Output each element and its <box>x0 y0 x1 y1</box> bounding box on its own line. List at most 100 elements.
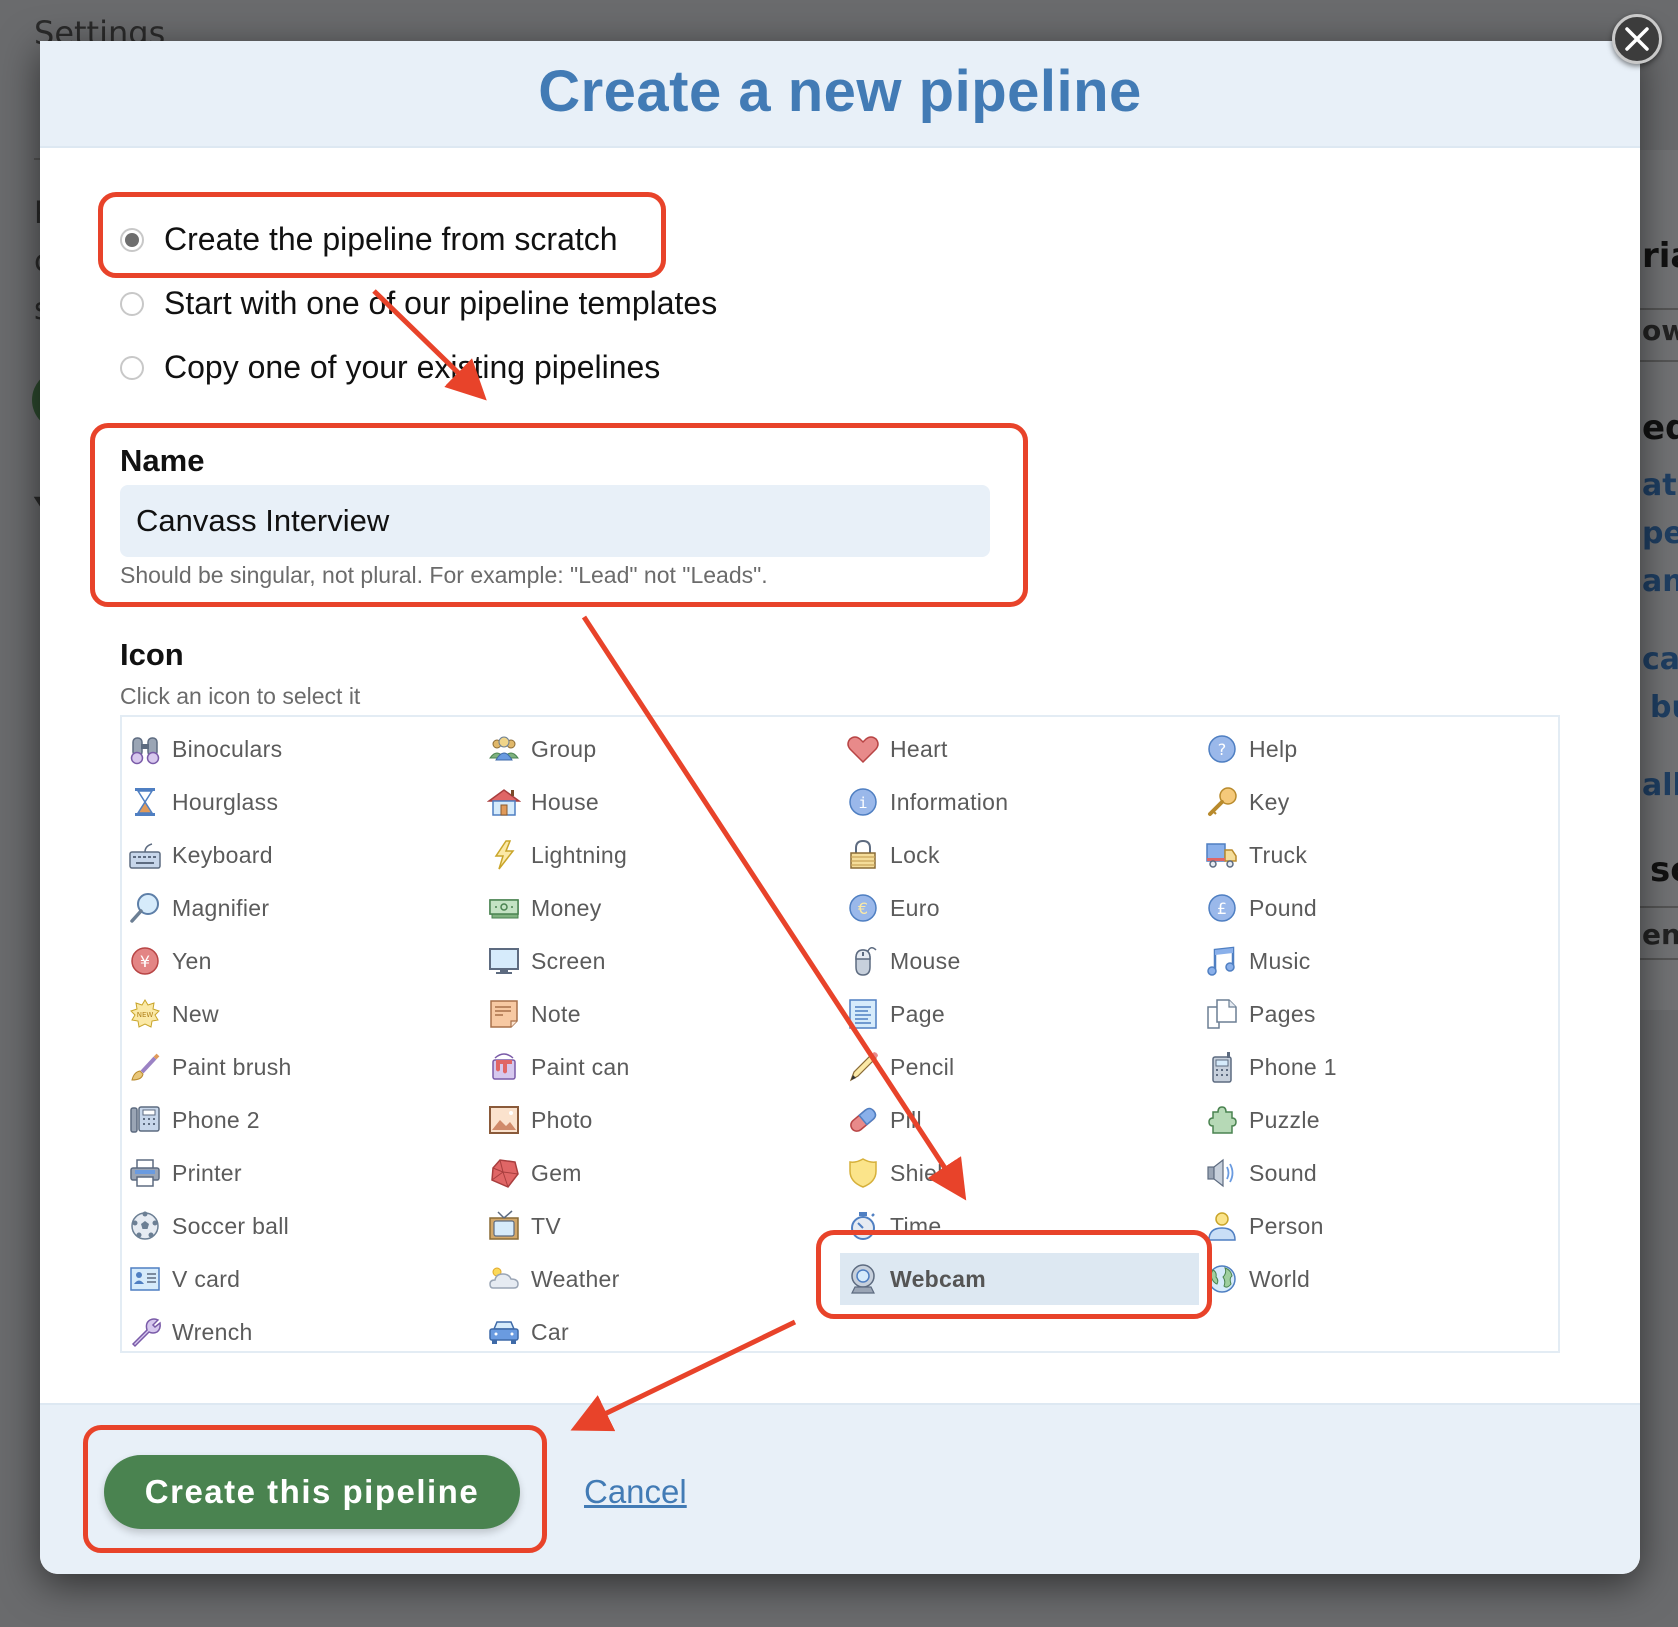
close-modal-button[interactable] <box>1612 14 1662 64</box>
icon-option-person[interactable]: Person <box>1199 1200 1558 1252</box>
icon-option-gem[interactable]: Gem <box>481 1147 840 1199</box>
icon-option-paint-brush[interactable]: Paint brush <box>122 1041 481 1093</box>
pages-icon <box>1207 999 1237 1029</box>
icon-option-label: Truck <box>1249 841 1308 868</box>
icon-option-label: Keyboard <box>172 841 273 868</box>
pencil-icon <box>849 1052 878 1082</box>
icon-option-pages[interactable]: Pages <box>1199 988 1558 1040</box>
icon-option-photo[interactable]: Photo <box>481 1094 840 1146</box>
radio-label: Copy one of your existing pipelines <box>164 349 661 385</box>
icon-option-weather[interactable]: Weather <box>481 1253 840 1305</box>
weather-icon <box>489 1267 519 1289</box>
create-pipeline-modal: Create a new pipeline Create the pipelin… <box>40 41 1640 1574</box>
note-icon <box>490 1000 518 1028</box>
icon-option-label: Photo <box>531 1106 593 1133</box>
icon-option-label: Mouse <box>890 947 961 974</box>
icon-option-label: Sound <box>1249 1159 1318 1186</box>
icon-option-pound[interactable]: £ Pound <box>1199 882 1558 934</box>
icon-option-screen[interactable]: Screen <box>481 935 840 987</box>
bg-divider <box>1640 906 1678 908</box>
icon-option-truck[interactable]: Truck <box>1199 829 1558 881</box>
icon-option-wrench[interactable]: Wrench <box>122 1306 481 1358</box>
icon-option-information[interactable]: i Information <box>840 776 1199 828</box>
icon-option-sound[interactable]: Sound <box>1199 1147 1558 1199</box>
icon-option-help[interactable]: ? Help <box>1199 723 1558 775</box>
bg-fragment: so <box>1650 850 1678 890</box>
tv-icon <box>489 1210 519 1240</box>
truck-icon <box>1206 843 1237 868</box>
icon-option-world[interactable]: World <box>1199 1253 1558 1305</box>
radio-option-from-scratch[interactable]: Create the pipeline from scratch <box>120 221 618 258</box>
icon-option-label: V card <box>172 1265 241 1292</box>
icon-option-house[interactable]: House <box>481 776 840 828</box>
icon-option-label: New <box>172 1000 219 1027</box>
icon-option-puzzle[interactable]: Puzzle <box>1199 1094 1558 1146</box>
icon-option-key[interactable]: Key <box>1199 776 1558 828</box>
icon-option-webcam[interactable]: Webcam <box>840 1253 1199 1305</box>
euro-icon: € <box>849 894 877 922</box>
icon-option-lightning[interactable]: Lightning <box>481 829 840 881</box>
heart-icon <box>847 736 879 764</box>
icon-option-note[interactable]: Note <box>481 988 840 1040</box>
bg-fragment: en <box>1642 918 1678 951</box>
radio-button[interactable] <box>120 355 144 380</box>
lightning-icon <box>494 840 515 870</box>
icon-option-heart[interactable]: Heart <box>840 723 1199 775</box>
icon-option-label: Binoculars <box>172 735 283 762</box>
icon-option-time[interactable]: Time <box>840 1200 1199 1252</box>
bg-link-fragment: pel <box>1642 516 1678 551</box>
icon-option-label: Heart <box>890 735 948 762</box>
world-icon <box>1208 1265 1236 1293</box>
wrench-icon <box>131 1318 161 1348</box>
cancel-link[interactable]: Cancel <box>584 1473 687 1511</box>
create-pipeline-button[interactable]: Create this pipeline <box>104 1455 520 1529</box>
screen-icon <box>489 948 519 974</box>
icon-option-keyboard[interactable]: Keyboard <box>122 829 481 881</box>
icon-option-printer[interactable]: Printer <box>122 1147 481 1199</box>
icon-option-pencil[interactable]: Pencil <box>840 1041 1199 1093</box>
icon-option-page[interactable]: Page <box>840 988 1199 1040</box>
radio-button[interactable] <box>120 291 144 316</box>
icon-option-euro[interactable]: € Euro <box>840 882 1199 934</box>
phone-2-icon <box>130 1106 160 1133</box>
icon-option-label: Magnifier <box>172 894 270 921</box>
icon-option-label: Pound <box>1249 894 1318 921</box>
bg-divider <box>1640 360 1678 362</box>
icon-option-label: Pencil <box>890 1053 955 1080</box>
bg-fragment: rial <box>1642 236 1678 276</box>
radio-button[interactable] <box>120 227 144 252</box>
icon-option-soccer-ball[interactable]: Soccer ball <box>122 1200 481 1252</box>
icon-option-shield[interactable]: Shield <box>840 1147 1199 1199</box>
icon-option-pill[interactable]: Pill <box>840 1094 1199 1146</box>
icon-option-music[interactable]: Music <box>1199 935 1558 987</box>
radio-option-copy-existing[interactable]: Copy one of your existing pipelines <box>120 349 660 386</box>
icon-option-mouse[interactable]: Mouse <box>840 935 1199 987</box>
icon-option-car[interactable]: Car <box>481 1306 840 1358</box>
svg-text:€: € <box>858 899 868 918</box>
icon-option-yen[interactable]: ¥ Yen <box>122 935 481 987</box>
pill-icon <box>850 1107 877 1132</box>
icon-option-label: Paint can <box>531 1053 630 1080</box>
icon-option-new[interactable]: NEW New <box>122 988 481 1040</box>
radio-option-from-template[interactable]: Start with one of our pipeline templates <box>120 285 717 322</box>
icon-option-magnifier[interactable]: Magnifier <box>122 882 481 934</box>
car-icon <box>489 1321 519 1344</box>
icon-option-phone-2[interactable]: Phone 2 <box>122 1094 481 1146</box>
icon-option-label: Webcam <box>890 1265 986 1292</box>
icon-option-label: Weather <box>531 1265 620 1292</box>
help-icon: ? <box>1208 735 1236 763</box>
icon-option-label: Hourglass <box>172 788 279 815</box>
icon-option-tv[interactable]: TV <box>481 1200 840 1252</box>
soccer-ball-icon <box>131 1211 159 1240</box>
icon-option-v-card[interactable]: V card <box>122 1253 481 1305</box>
icon-option-lock[interactable]: Lock <box>840 829 1199 881</box>
icon-option-paint-can[interactable]: Paint can <box>481 1041 840 1093</box>
icon-option-phone-1[interactable]: Phone 1 <box>1199 1041 1558 1093</box>
icon-option-money[interactable]: Money <box>481 882 840 934</box>
group-icon <box>489 736 519 761</box>
icon-option-group[interactable]: Group <box>481 723 840 775</box>
name-input[interactable] <box>120 485 990 557</box>
icon-option-binoculars[interactable]: Binoculars <box>122 723 481 775</box>
phone-1-icon <box>1212 1052 1232 1083</box>
icon-option-hourglass[interactable]: Hourglass <box>122 776 481 828</box>
